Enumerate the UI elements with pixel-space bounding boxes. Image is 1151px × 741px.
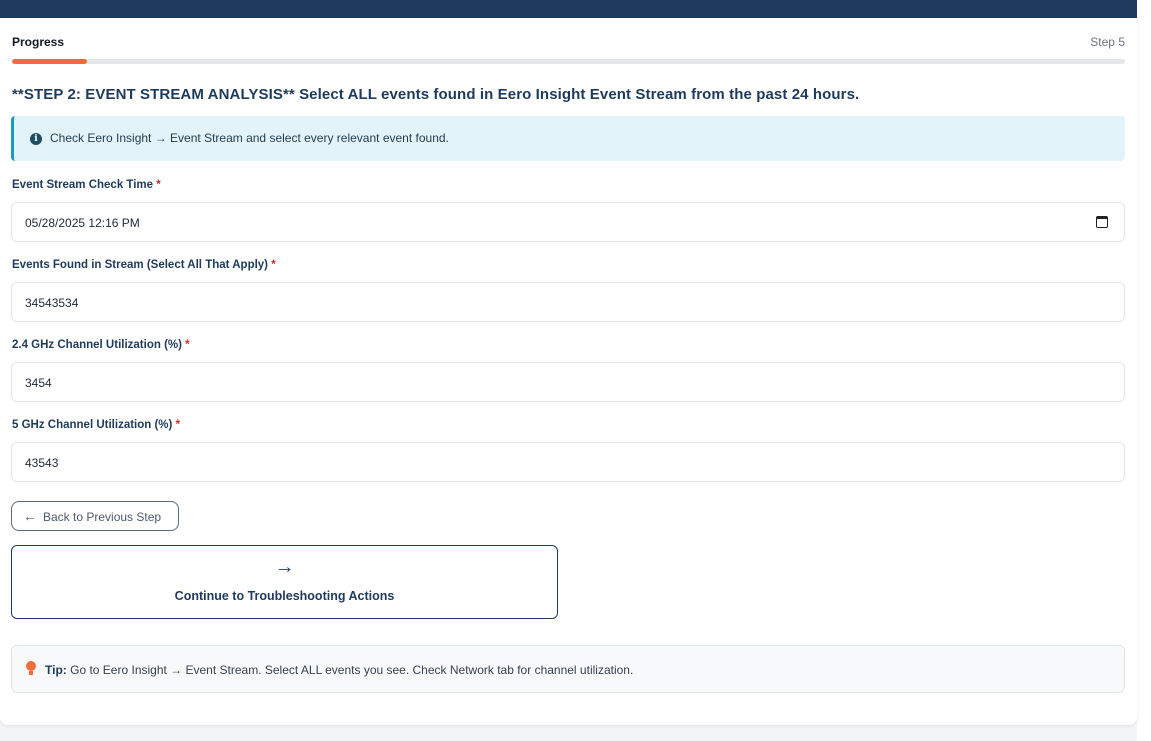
tip-body: Go to Eero Insight → Event Stream. Selec… — [66, 663, 634, 677]
progress-bar — [12, 59, 1125, 64]
continue-to-troubleshooting-button[interactable]: → Continue to Troubleshooting Actions — [11, 545, 558, 619]
back-to-previous-step-button[interactable]: ← Back to Previous Step — [11, 501, 179, 531]
back-button-label: Back to Previous Step — [43, 510, 162, 524]
required-mark: * — [271, 259, 276, 271]
required-mark: * — [156, 179, 161, 191]
top-header-bar — [0, 0, 1137, 18]
field-value: 43543 — [25, 456, 59, 470]
continue-button-label: Continue to Troubleshooting Actions — [174, 589, 395, 603]
field-label-text: 2.4 GHz Channel Utilization (%) — [12, 339, 182, 351]
page-gutter — [1137, 0, 1151, 741]
channel-utilization-5ghz-input[interactable]: 43543 — [11, 442, 1125, 482]
calendar-icon[interactable] — [1096, 216, 1108, 228]
channel-utilization-24ghz-label: 2.4 GHz Channel Utilization (%) * — [12, 339, 190, 351]
step-heading: **STEP 2: EVENT STREAM ANALYSIS** Select… — [12, 86, 860, 103]
events-found-label: Events Found in Stream (Select All That … — [12, 259, 276, 271]
form-card: Progress Step 5 **STEP 2: EVENT STREAM A… — [0, 18, 1137, 725]
tip-box: Tip: Go to Eero Insight → Event Stream. … — [11, 645, 1125, 693]
lightbulb-icon — [25, 661, 37, 677]
info-banner-text: Check Eero Insight → Event Stream and se… — [50, 131, 449, 145]
event-stream-check-time-label: Event Stream Check Time * — [12, 179, 161, 191]
event-stream-check-time-input[interactable]: 05/28/2025 12:16 PM — [11, 202, 1125, 242]
info-icon: i — [30, 133, 42, 145]
progress-header: Progress Step 5 — [12, 35, 1125, 51]
arrow-left-icon: ← — [23, 508, 37, 524]
events-found-input[interactable]: 34543534 — [11, 282, 1125, 322]
info-banner: i Check Eero Insight → Event Stream and … — [11, 116, 1125, 161]
tip-text: Tip: Go to Eero Insight → Event Stream. … — [45, 663, 633, 677]
required-mark: * — [175, 419, 181, 431]
progress-label: Progress — [12, 35, 65, 49]
field-value: 3454 — [25, 376, 52, 390]
arrow-right-icon: → — [274, 556, 295, 578]
channel-utilization-24ghz-input[interactable]: 3454 — [11, 362, 1125, 402]
required-mark: * — [185, 339, 190, 351]
progress-bar-fill — [12, 59, 87, 64]
field-label-text: Event Stream Check Time — [12, 179, 154, 191]
tip-label: Tip: — [45, 663, 67, 677]
channel-utilization-5ghz-label: 5 GHz Channel Utilization (%) * — [12, 419, 180, 431]
field-label-text: 5 GHz Channel Utilization (%) — [12, 419, 173, 431]
field-value: 34543534 — [25, 296, 79, 310]
progress-step-indicator: Step 5 — [1090, 35, 1125, 49]
field-value: 05/28/2025 12:16 PM — [25, 216, 140, 230]
field-label-text: Events Found in Stream (Select All That … — [12, 259, 269, 271]
